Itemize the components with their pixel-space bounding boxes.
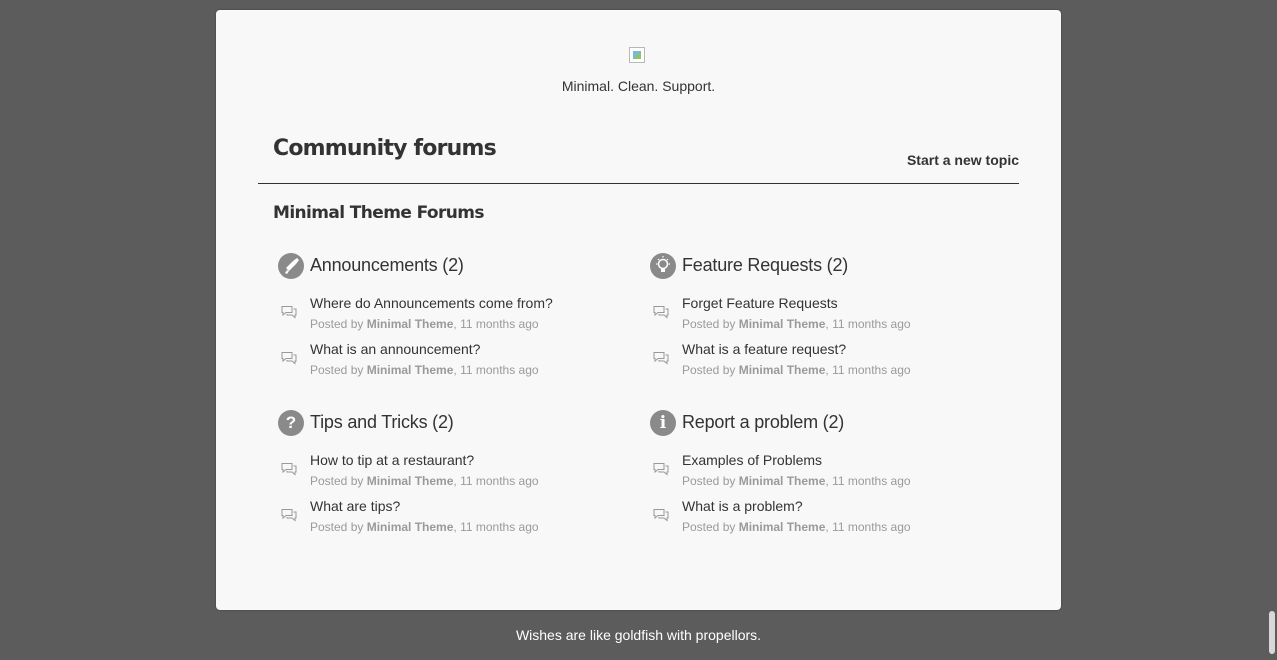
posted-by-label: Posted by [310,474,364,488]
forum-name-link[interactable]: Report a problem (2) [682,412,844,433]
speech-bubbles-icon [653,352,669,365]
site-tagline: Minimal. Clean. Support. [561,78,716,94]
topic-item: What are tips? Posted by Minimal Theme, … [278,498,618,544]
question-icon: ? [278,410,304,436]
topic-meta: Posted by Minimal Theme, 11 months ago [682,520,911,534]
author-link[interactable]: Minimal Theme [367,520,454,534]
topic-title-link[interactable]: What is a feature request? [682,341,846,357]
header-divider [258,183,1019,184]
broken-image-icon[interactable] [629,47,645,63]
topic-title-link[interactable]: How to tip at a restaurant? [310,452,474,468]
author-link[interactable]: Minimal Theme [739,317,826,331]
forum-report-a-problem: i Report a problem (2) Examples of Probl… [650,410,990,544]
topic-time: , 11 months ago [453,363,539,377]
speech-bubbles-icon [653,509,669,522]
posted-by-label: Posted by [310,317,364,331]
forum-header: i Report a problem (2) [650,410,990,436]
topic-meta: Posted by Minimal Theme, 11 months ago [682,317,911,331]
topic-meta: Posted by Minimal Theme, 11 months ago [682,363,911,377]
posted-by-label: Posted by [310,520,364,534]
topic-item: Examples of Problems Posted by Minimal T… [650,452,990,498]
author-link[interactable]: Minimal Theme [367,474,454,488]
topic-time: , 11 months ago [825,474,911,488]
speech-bubbles-icon [281,509,297,522]
page-title: Community forums [273,136,497,161]
topic-item: What is a problem? Posted by Minimal The… [650,498,990,544]
speech-bubbles-icon [281,463,297,476]
topic-time: , 11 months ago [453,520,539,534]
topic-meta: Posted by Minimal Theme, 11 months ago [310,474,539,488]
forum-header: Announcements (2) [278,253,618,279]
lightbulb-icon [650,253,676,279]
forum-header: ? Tips and Tricks (2) [278,410,618,436]
topic-time: , 11 months ago [825,363,911,377]
author-link[interactable]: Minimal Theme [739,520,826,534]
scrollbar-thumb[interactable] [1269,611,1275,654]
forum-header: Feature Requests (2) [650,253,990,279]
speech-bubbles-icon [281,352,297,365]
main-card: Minimal. Clean. Support. Community forum… [216,10,1061,610]
posted-by-label: Posted by [682,317,736,331]
posted-by-label: Posted by [310,363,364,377]
speech-bubbles-icon [653,306,669,319]
forum-name-link[interactable]: Tips and Tricks (2) [310,412,454,433]
forum-tips-and-tricks: ? Tips and Tricks (2) How to tip at a re… [278,410,618,544]
forum-name-link[interactable]: Feature Requests (2) [682,255,848,276]
info-icon: i [650,410,676,436]
topic-item: What is an announcement? Posted by Minim… [278,341,618,387]
topic-title-link[interactable]: Examples of Problems [682,452,822,468]
topic-title-link[interactable]: Where do Announcements come from? [310,295,553,311]
topic-meta: Posted by Minimal Theme, 11 months ago [310,317,539,331]
topic-time: , 11 months ago [453,474,539,488]
topic-meta: Posted by Minimal Theme, 11 months ago [682,474,911,488]
topic-item: Forget Feature Requests Posted by Minima… [650,295,990,341]
author-link[interactable]: Minimal Theme [367,317,454,331]
topic-time: , 11 months ago [825,520,911,534]
posted-by-label: Posted by [682,520,736,534]
topic-title-link[interactable]: Forget Feature Requests [682,295,838,311]
topic-meta: Posted by Minimal Theme, 11 months ago [310,363,539,377]
section-title: Minimal Theme Forums [273,203,485,223]
topic-time: , 11 months ago [825,317,911,331]
speech-bubbles-icon [653,463,669,476]
topic-title-link[interactable]: What are tips? [310,498,400,514]
forum-announcements: Announcements (2) Where do Announcements… [278,253,618,387]
author-link[interactable]: Minimal Theme [739,474,826,488]
topic-meta: Posted by Minimal Theme, 11 months ago [310,520,539,534]
posted-by-label: Posted by [682,363,736,377]
topic-item: What is a feature request? Posted by Min… [650,341,990,387]
author-link[interactable]: Minimal Theme [367,363,454,377]
topic-time: , 11 months ago [453,317,539,331]
footer-quote: Wishes are like goldfish with propellors… [515,627,762,643]
topic-item: Where do Announcements come from? Posted… [278,295,618,341]
topic-item: How to tip at a restaurant? Posted by Mi… [278,452,618,498]
megaphone-icon [278,253,304,279]
topic-title-link[interactable]: What is a problem? [682,498,803,514]
posted-by-label: Posted by [682,474,736,488]
forum-feature-requests: Feature Requests (2) Forget Feature Requ… [650,253,990,387]
author-link[interactable]: Minimal Theme [739,363,826,377]
forum-name-link[interactable]: Announcements (2) [310,255,464,276]
speech-bubbles-icon [281,306,297,319]
start-new-topic-link[interactable]: Start a new topic [907,152,1019,168]
topic-title-link[interactable]: What is an announcement? [310,341,480,357]
